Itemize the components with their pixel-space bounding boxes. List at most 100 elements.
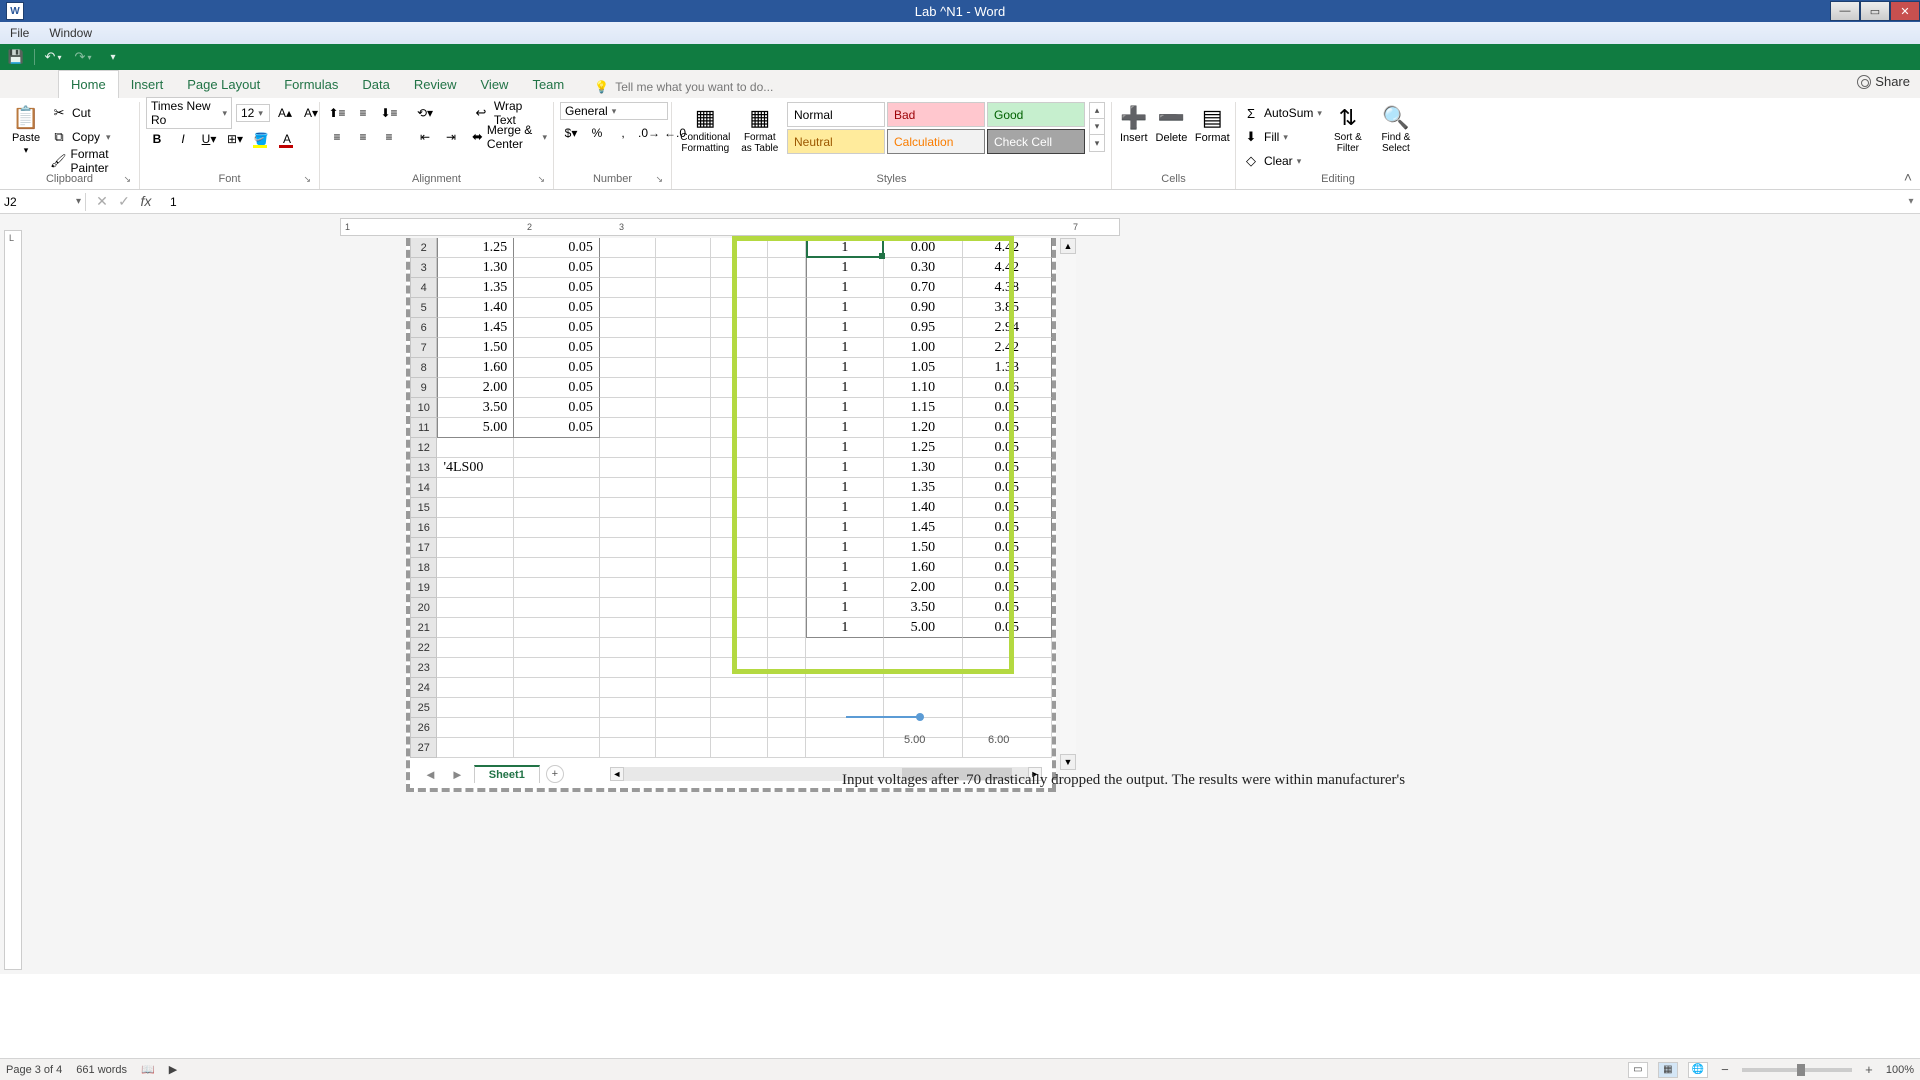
cell[interactable]: 1 bbox=[806, 578, 885, 598]
cell[interactable] bbox=[514, 438, 600, 458]
cell[interactable] bbox=[768, 718, 806, 738]
cell[interactable]: 1.60 bbox=[437, 358, 514, 378]
cell[interactable] bbox=[768, 278, 806, 298]
cell[interactable] bbox=[600, 458, 656, 478]
cell[interactable] bbox=[437, 678, 514, 698]
cell[interactable]: 1.30 bbox=[884, 458, 962, 478]
row-header[interactable]: 8 bbox=[410, 358, 437, 378]
zoom-percent[interactable]: 100% bbox=[1886, 1064, 1914, 1076]
row-header[interactable]: 18 bbox=[410, 558, 437, 578]
undo-button[interactable]: ↶ bbox=[41, 46, 65, 68]
expand-formula-bar[interactable]: ▾ bbox=[1902, 196, 1920, 207]
row-header[interactable]: 7 bbox=[410, 338, 437, 358]
cell[interactable] bbox=[600, 378, 656, 398]
style-normal[interactable]: Normal bbox=[787, 102, 885, 127]
cell[interactable]: 0.05 bbox=[963, 598, 1052, 618]
cell[interactable] bbox=[656, 518, 712, 538]
read-mode-view[interactable]: ▭ bbox=[1628, 1062, 1648, 1078]
cell[interactable] bbox=[768, 678, 806, 698]
menu-file[interactable]: File bbox=[2, 24, 37, 42]
cell[interactable]: 1 bbox=[806, 558, 885, 578]
cell[interactable] bbox=[514, 698, 600, 718]
conditional-formatting-button[interactable]: ▦Conditional Formatting bbox=[678, 102, 733, 158]
cell[interactable]: 0.05 bbox=[514, 298, 600, 318]
cell[interactable] bbox=[600, 578, 656, 598]
print-layout-view[interactable]: ▦ bbox=[1658, 1062, 1678, 1078]
cell[interactable] bbox=[711, 658, 768, 678]
cell[interactable] bbox=[600, 478, 656, 498]
cell[interactable]: 1.30 bbox=[437, 258, 514, 278]
cell[interactable] bbox=[806, 658, 884, 678]
cell[interactable] bbox=[656, 318, 712, 338]
row-header[interactable]: 3 bbox=[410, 258, 437, 278]
cell[interactable]: 0.05 bbox=[963, 618, 1052, 638]
cell[interactable] bbox=[656, 478, 712, 498]
cell[interactable]: 0.05 bbox=[963, 518, 1052, 538]
collapse-ribbon-button[interactable]: ˄ bbox=[1904, 169, 1912, 185]
cell[interactable] bbox=[600, 398, 656, 418]
style-good[interactable]: Good bbox=[987, 102, 1085, 127]
sort-filter-button[interactable]: ⇅Sort & Filter bbox=[1326, 102, 1370, 158]
cell[interactable] bbox=[768, 558, 806, 578]
cell[interactable] bbox=[768, 358, 806, 378]
tell-me-search[interactable]: 💡 Tell me what you want to do... bbox=[584, 76, 783, 98]
cell[interactable] bbox=[963, 658, 1052, 678]
row-header[interactable]: 4 bbox=[410, 278, 437, 298]
cell[interactable] bbox=[768, 578, 806, 598]
cell[interactable] bbox=[514, 658, 600, 678]
cell[interactable] bbox=[768, 738, 806, 758]
cell[interactable] bbox=[656, 358, 712, 378]
cell[interactable] bbox=[600, 278, 656, 298]
row-header[interactable]: 12 bbox=[410, 438, 437, 458]
cell[interactable]: 1 bbox=[806, 618, 885, 638]
format-as-table-button[interactable]: ▦Format as Table bbox=[737, 102, 783, 158]
cell[interactable] bbox=[514, 618, 600, 638]
increase-decimal[interactable]: .0→ bbox=[638, 122, 660, 144]
cell[interactable] bbox=[656, 678, 712, 698]
cell[interactable] bbox=[711, 598, 768, 618]
cell[interactable]: 2.00 bbox=[437, 378, 514, 398]
cell[interactable]: 0.05 bbox=[514, 398, 600, 418]
cell[interactable] bbox=[514, 558, 600, 578]
font-size-dropdown[interactable]: 12 bbox=[236, 104, 270, 122]
cell[interactable] bbox=[711, 258, 768, 278]
cell[interactable] bbox=[768, 258, 806, 278]
add-sheet-button[interactable]: + bbox=[546, 765, 564, 783]
cell[interactable] bbox=[656, 238, 712, 258]
cell[interactable]: 1.05 bbox=[884, 358, 962, 378]
cell[interactable] bbox=[656, 638, 712, 658]
cell[interactable] bbox=[768, 638, 806, 658]
percent-button[interactable]: % bbox=[586, 122, 608, 144]
style-calculation[interactable]: Calculation bbox=[887, 129, 985, 154]
cell[interactable] bbox=[514, 498, 600, 518]
cell[interactable] bbox=[437, 618, 514, 638]
row-header[interactable]: 2 bbox=[410, 238, 437, 258]
cell[interactable] bbox=[656, 558, 712, 578]
row-header[interactable]: 19 bbox=[410, 578, 437, 598]
cell[interactable] bbox=[768, 438, 806, 458]
cell[interactable] bbox=[600, 498, 656, 518]
cell[interactable] bbox=[711, 498, 768, 518]
cell[interactable] bbox=[768, 698, 806, 718]
cell[interactable]: 0.05 bbox=[514, 338, 600, 358]
cell[interactable] bbox=[514, 458, 600, 478]
row-header[interactable]: 15 bbox=[410, 498, 437, 518]
cell[interactable] bbox=[600, 658, 656, 678]
cell[interactable]: 1 bbox=[806, 338, 885, 358]
cell[interactable] bbox=[656, 738, 712, 758]
cell[interactable]: 0.05 bbox=[514, 238, 600, 258]
minimize-button[interactable]: — bbox=[1830, 1, 1860, 21]
clear-button[interactable]: ◇Clear▾ bbox=[1242, 150, 1322, 172]
autosum-button[interactable]: ΣAutoSum▾ bbox=[1242, 102, 1322, 124]
cell[interactable]: 0.05 bbox=[963, 438, 1052, 458]
cell[interactable]: 3.50 bbox=[884, 598, 962, 618]
cell[interactable]: 1.25 bbox=[437, 238, 514, 258]
accept-formula-button[interactable]: ✓ bbox=[114, 193, 134, 210]
web-layout-view[interactable]: 🌐 bbox=[1688, 1062, 1708, 1078]
cell[interactable] bbox=[600, 698, 656, 718]
vertical-ruler[interactable]: L bbox=[4, 230, 22, 970]
increase-font-size[interactable]: A▴ bbox=[274, 102, 296, 124]
cell[interactable] bbox=[437, 598, 514, 618]
cell[interactable] bbox=[768, 458, 806, 478]
cell[interactable] bbox=[656, 438, 712, 458]
